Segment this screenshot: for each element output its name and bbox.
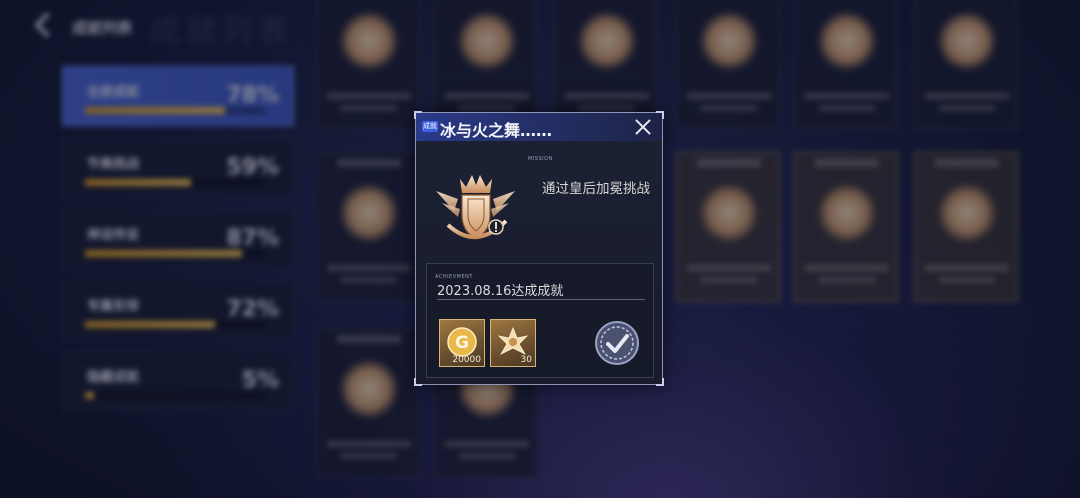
check-seal-icon: [595, 321, 639, 365]
crown-shield-emblem-icon: [436, 175, 515, 240]
divider: [437, 299, 645, 300]
achieved-date: 2023.08.16达成成就: [437, 284, 564, 299]
achievement-detail-popup: 成就 冰与火之舞…… MISSION 通过皇后加冕挑战 ACHIEVMENT 2…: [414, 111, 664, 386]
mission-label: MISSION: [528, 156, 553, 162]
achievement-record-panel: ACHIEVMENT 2023.08.16达成成就 G 20000 30: [426, 263, 654, 378]
reward-quantity: 30: [520, 355, 532, 365]
close-icon[interactable]: [632, 117, 654, 137]
svg-text:G: G: [455, 333, 469, 353]
achievement-title: 冰与火之舞……: [440, 121, 553, 140]
frame-corner: [656, 378, 664, 386]
achievement-badge: 成就: [422, 121, 438, 132]
frame-corner: [414, 378, 422, 386]
reward-shard-material[interactable]: 30: [490, 319, 536, 367]
popup-title-bar: 成就 冰与火之舞……: [416, 113, 662, 141]
reward-gold-coin[interactable]: G 20000: [439, 319, 485, 367]
achievement-description: 通过皇后加冕挑战: [542, 181, 650, 197]
reward-quantity: 20000: [452, 355, 481, 365]
